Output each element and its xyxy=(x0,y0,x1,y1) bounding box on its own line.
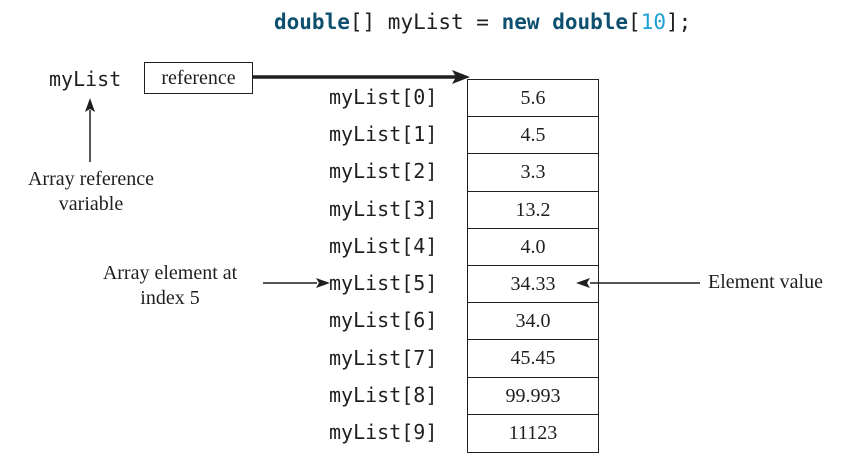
array-cell-8: 99.993 xyxy=(468,378,598,415)
array-cell-9: 11123 xyxy=(508,421,558,444)
index-label-4: myList[4] xyxy=(329,234,438,258)
element-caption-line1: Array element at xyxy=(102,262,238,284)
array-cell-3: 13.2 xyxy=(468,192,598,229)
value-caption: Element value xyxy=(708,271,823,293)
array-cell-0: 5.6 xyxy=(468,80,598,118)
reference-caption-line1: Array reference xyxy=(27,168,154,190)
array-size: 10 xyxy=(640,10,666,34)
element-pointer-arrow xyxy=(263,278,330,288)
reference-variable-name: myList xyxy=(49,67,122,91)
array-cell-4: 4.0 xyxy=(468,229,598,266)
array-cell-6: 34.0 xyxy=(468,303,598,341)
keyword-double-2: double xyxy=(552,10,629,34)
array-memory-block: 5.6 4.5 3.3 13.2 4.0 34.33 34.0 45.45 99… xyxy=(467,79,599,453)
index-label-9: myList[9] xyxy=(329,420,438,444)
reference-caption: Array reference variable xyxy=(6,167,176,217)
variable-pointer-arrow xyxy=(85,98,95,162)
index-label-1: myList[1] xyxy=(329,122,438,146)
reference-arrow xyxy=(253,70,470,84)
close-bracket: ]; xyxy=(666,10,692,34)
brackets: [] xyxy=(349,10,388,34)
array-cell-1: 4.5 xyxy=(468,117,598,155)
index-label-2: myList[2] xyxy=(329,159,438,183)
array-cell-7: 45.45 xyxy=(468,340,598,378)
index-label-6: myList[6] xyxy=(329,308,438,332)
index-label-8: myList[8] xyxy=(329,383,438,407)
index-label-5: myList[5] xyxy=(329,271,438,295)
index-label-3: myList[3] xyxy=(329,197,438,221)
index-label-7: myList[7] xyxy=(329,346,438,370)
open-bracket: [ xyxy=(628,10,641,34)
assign-operator: = xyxy=(463,10,502,34)
variable-name: myList xyxy=(387,10,464,34)
reference-box: reference xyxy=(144,62,253,94)
element-caption-line2: index 5 xyxy=(140,287,200,309)
keyword-new: new xyxy=(501,10,540,34)
array-declaration: double[] myList = new double[10]; xyxy=(274,7,691,37)
array-cell-5: 34.33 xyxy=(468,266,598,304)
keyword-double: double xyxy=(274,10,350,34)
index-label-0: myList[0] xyxy=(329,85,438,109)
reference-caption-line2: variable xyxy=(58,193,124,215)
element-caption: Array element at index 5 xyxy=(84,261,256,311)
array-cell-2: 3.3 xyxy=(468,154,598,192)
